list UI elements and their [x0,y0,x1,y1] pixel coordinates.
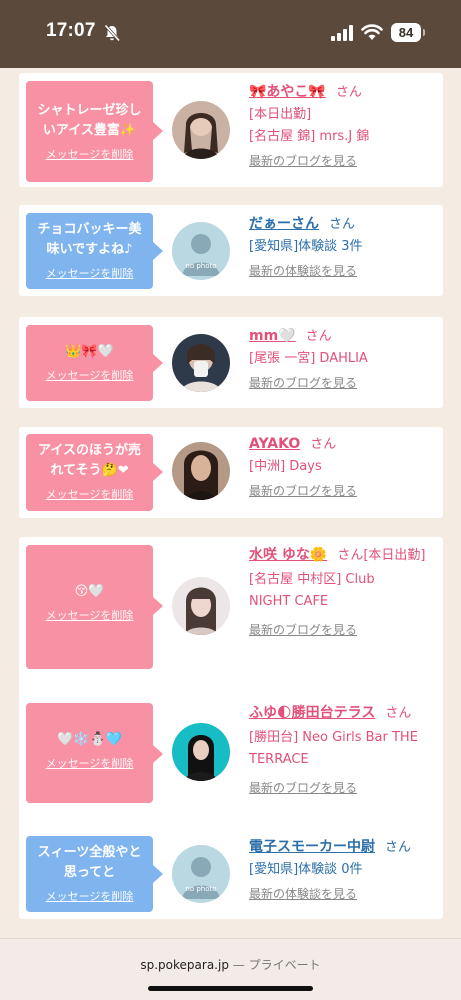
latest-blog-link[interactable]: 最新のブログを見る [249,482,441,499]
photo-avatar-icon [172,577,230,635]
message-text-line: スィーツ全般やと [37,845,142,860]
profile-info: 水咲 ゆな🌼 さん[本日出勤] [名古屋 中村区] Club NIGHT CAFE… [249,544,441,638]
profile-info: mm🤍 さん [尾張 一宮] DAHLIA 最新のブログを見る [249,325,441,391]
honorific: さん [329,217,356,232]
wifi-icon [361,24,383,40]
message-card: シャトレーゼ珍し いアイス豊富✨ メッセージを削除 🎀あやこ🎀 さん [本日出勤]… [19,73,443,187]
honorific: さん [335,85,362,100]
photo-avatar-icon [172,442,230,500]
photo-avatar-icon [172,334,230,392]
profile-info: 🎀あやこ🎀 さん [本日出勤] [名古屋 錦] mrs.J 錦 最新のブログを見る [249,81,441,169]
message-bubble: 🤍❄️⛄🩵 メッセージを削除 [26,703,163,803]
message-text-line: 👑🎀🤍 [65,344,114,359]
delete-message-link[interactable]: メッセージを削除 [26,888,153,904]
profile-name-link[interactable]: 電子スモーカー中尉 [249,839,375,855]
message-bubble: 😚🤍 メッセージを削除 [26,545,163,669]
latest-blog-link[interactable]: 最新のブログを見る [249,374,441,391]
cellular-signal-icon [331,25,353,41]
svg-text:no photo: no photo [185,262,216,270]
avatar[interactable] [172,334,230,392]
profile-info: だぁーさん さん [愛知県]体験談 3件 最新の体験談を見る [249,213,441,279]
profile-name-link[interactable]: 🎀あやこ🎀 [249,84,326,100]
message-text-line: チョコバッキー美 [37,222,142,237]
message-bubble: チョコバッキー美 味いですよね♪ メッセージを削除 [26,213,163,289]
message-text-line: 😚🤍 [74,584,105,599]
profile-detail: [本日出勤] [249,107,312,122]
message-bubble: シャトレーゼ珍し いアイス豊富✨ メッセージを削除 [26,81,163,182]
home-indicator[interactable] [148,986,313,991]
latest-blog-link[interactable]: 最新のブログを見る [249,779,441,796]
profile-detail: [尾張 一宮] DAHLIA [249,351,368,366]
honorific: さん [310,437,337,452]
honorific: さん [385,706,412,721]
message-card: スィーツ全般やと 思ってと メッセージを削除 no photo 電子スモーカー中… [19,828,443,919]
avatar[interactable] [172,723,230,781]
delete-message-link[interactable]: メッセージを削除 [26,265,153,281]
no-photo-avatar-icon: no photo [172,222,230,280]
message-bubble: アイスのほうが売 れてそう🤔❤ メッセージを削除 [26,434,163,511]
profile-name-link[interactable]: ふゆ🌓勝田台テラス [249,705,375,721]
no-photo-avatar-icon: no photo [172,845,230,903]
profile-detail: [中洲] Days [249,459,322,474]
message-text-line: アイスのほうが売 [38,443,141,458]
message-text-line: 思ってと [63,865,116,880]
profile-info: ふゆ🌓勝田台テラス さん [勝田台] Neo Girls Bar THE TERR… [249,702,441,796]
message-text-line: いアイス豊富✨ [42,123,137,138]
svg-text:no photo: no photo [185,885,216,893]
profile-detail: TERRACE [249,752,309,767]
status-bar: 17:07 84 [0,0,461,68]
delete-message-link[interactable]: メッセージを削除 [26,607,153,623]
delete-message-link[interactable]: メッセージを削除 [26,146,153,162]
message-text-line: 味いですよね♪ [46,242,133,257]
delete-message-link[interactable]: メッセージを削除 [26,367,153,383]
profile-info: 電子スモーカー中尉 さん [愛知県]体験談 0件 最新の体験談を見る [249,836,441,902]
avatar[interactable] [172,442,230,500]
profile-detail: [名古屋 中村区] Club [249,572,375,587]
profile-detail: [愛知県]体験談 0件 [249,862,363,877]
bell-muted-icon [104,24,121,42]
honorific: さん[本日出勤] [337,548,426,563]
message-text-line: 🤍❄️⛄🩵 [57,732,122,747]
message-text-line: れてそう🤔❤ [50,463,129,478]
profile-detail: NIGHT CAFE [249,594,329,609]
avatar[interactable]: no photo [172,845,230,903]
message-bubble: 👑🎀🤍 メッセージを削除 [26,325,163,401]
battery-level: 84 [391,23,425,42]
latest-review-link[interactable]: 最新の体験談を見る [249,262,441,279]
photo-avatar-icon [172,101,230,159]
honorific: さん [385,840,412,855]
status-time: 17:07 [46,20,96,41]
profile-detail: [名古屋 錦] mrs.J 錦 [249,129,370,144]
profile-info: AYAKO さん [中洲] Days 最新のブログを見る [249,433,441,499]
private-mode-label: プライベート [248,958,321,972]
message-card: 👑🎀🤍 メッセージを削除 mm🤍 さん [尾張 一宮] DAHLIA 最新のブログ… [19,317,443,408]
message-text-line: シャトレーゼ珍し [37,103,142,118]
url-text: sp.pokepara.jp [140,958,229,972]
latest-blog-link[interactable]: 最新のブログを見る [249,152,441,169]
delete-message-link[interactable]: メッセージを削除 [26,486,153,502]
profile-name-link[interactable]: だぁーさん [249,216,319,232]
delete-message-link[interactable]: メッセージを削除 [26,755,153,771]
url-separator: — [228,958,249,972]
latest-blog-link[interactable]: 最新のブログを見る [249,621,441,638]
avatar[interactable] [172,577,230,635]
profile-detail: [愛知県]体験談 3件 [249,239,363,254]
profile-name-link[interactable]: AYAKO [249,436,300,452]
latest-review-link[interactable]: 最新の体験談を見る [249,885,441,902]
avatar[interactable]: no photo [172,222,230,280]
profile-name-link[interactable]: mm🤍 [249,328,296,344]
avatar[interactable] [172,101,230,159]
message-bubble: スィーツ全般やと 思ってと メッセージを削除 [26,836,163,912]
photo-avatar-icon [172,723,230,781]
profile-name-link[interactable]: 水咲 ゆな🌼 [249,547,327,563]
honorific: さん [305,329,332,344]
profile-detail: [勝田台] Neo Girls Bar THE [249,730,418,745]
message-card: チョコバッキー美 味いですよね♪ メッセージを削除 no photo だぁーさん… [19,205,443,296]
message-card: アイスのほうが売 れてそう🤔❤ メッセージを削除 AYAKO さん [中洲] Da… [19,427,443,518]
